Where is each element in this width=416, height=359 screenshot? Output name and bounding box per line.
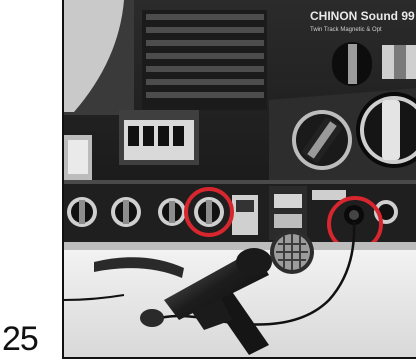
mode-knob [292,110,352,170]
input-level-knob [194,197,224,227]
treble-knob [67,197,97,227]
projector-illustration: CHINON Sound 99 Twin Track Magnetic & Op… [64,0,416,357]
bass-knob [111,197,141,227]
push-button [274,194,302,208]
balance-knob [158,198,186,226]
brand-subtitle: Twin Track Magnetic & Opt [310,27,382,33]
vent-grille [142,10,267,110]
frame-counter [119,110,199,165]
projector-photo: CHINON Sound 99 Twin Track Magnetic & Op… [62,0,416,359]
brand-name: CHINON Sound 99 [310,9,415,23]
push-button-2 [274,214,302,228]
page-number: 25 [2,320,39,358]
